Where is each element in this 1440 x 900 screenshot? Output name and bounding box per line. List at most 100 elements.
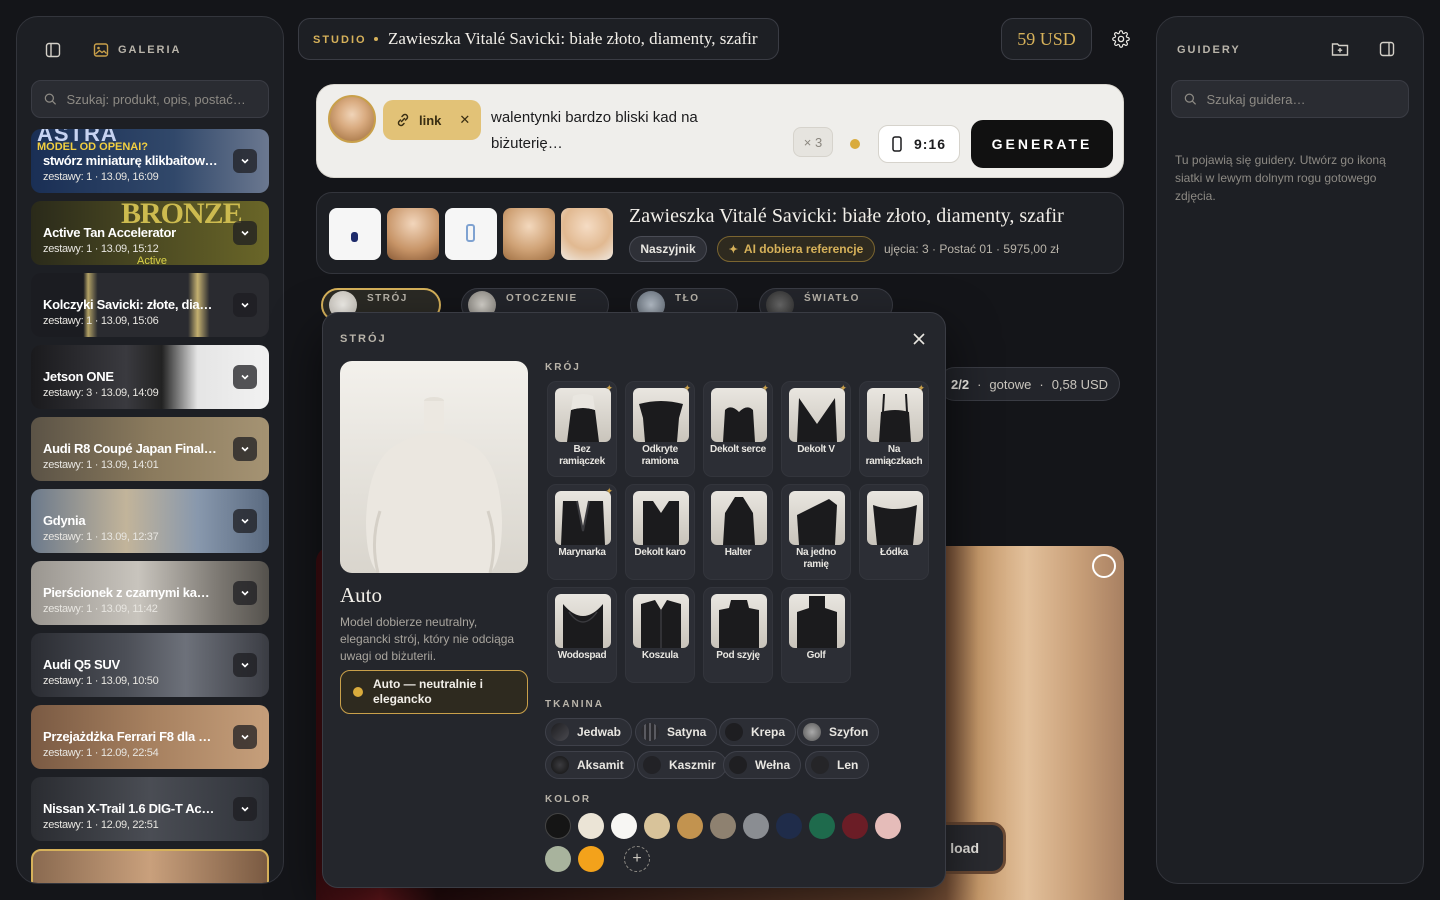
close-popup-button[interactable] bbox=[909, 329, 929, 349]
gallery-item-sub: zestawy: 3 · 13.09, 14:09 bbox=[43, 387, 159, 399]
color-swatch[interactable] bbox=[776, 813, 802, 839]
radio-dot bbox=[353, 687, 363, 697]
cut-option[interactable]: Koszula bbox=[625, 587, 695, 683]
product-thumb[interactable] bbox=[387, 208, 439, 260]
gallery-item[interactable]: Jetson ONE zestawy: 3 · 13.09, 14:09 bbox=[31, 345, 269, 409]
fabric-chip[interactable]: Krepa bbox=[719, 718, 797, 746]
chevron-down-icon[interactable] bbox=[233, 797, 257, 821]
gallery-search-input[interactable] bbox=[66, 91, 256, 107]
cut-option[interactable]: Pod szyję bbox=[703, 587, 773, 683]
guiders-search-input[interactable] bbox=[1206, 91, 1396, 107]
settings-button[interactable] bbox=[1102, 20, 1140, 58]
chevron-down-icon[interactable] bbox=[233, 509, 257, 533]
gallery-item[interactable]: Audi R8 Coupé Japan Final E… zestawy: 1 … bbox=[31, 417, 269, 481]
cut-option[interactable]: ✦ Marynarka bbox=[547, 484, 617, 580]
chevron-down-icon[interactable] bbox=[233, 149, 257, 173]
chevron-down-icon[interactable] bbox=[233, 221, 257, 245]
preview-name: Auto bbox=[340, 583, 382, 607]
color-swatch[interactable] bbox=[809, 813, 835, 839]
favorite-icon: ✦ bbox=[605, 486, 613, 496]
close-icon[interactable]: ✕ bbox=[459, 112, 470, 128]
prompt-text[interactable]: walentynki bardzo bliski kad na biżuteri… bbox=[491, 105, 751, 157]
gallery-item-title: Przejażdżka Ferrari F8 dla Dz… bbox=[43, 729, 218, 744]
gallery-item[interactable]: Kolczyki Savicki: złote, diam… zestawy: … bbox=[31, 273, 269, 337]
guiders-panel: GUIDERY Tu pojawią się guidery. Utwórz g… bbox=[1156, 16, 1424, 884]
credits-badge[interactable]: 59 USD bbox=[1001, 18, 1092, 60]
fabric-chip[interactable]: Len bbox=[805, 751, 870, 779]
gallery-item[interactable]: Gdynia zestawy: 1 · 13.09, 12:37 bbox=[31, 489, 269, 553]
cut-label: Na ramiączkach bbox=[865, 444, 923, 467]
gallery-item-selected[interactable] bbox=[31, 849, 269, 883]
gallery-item-title: Nissan X-Trail 1.6 DIG-T Ace… bbox=[43, 801, 218, 816]
color-swatch[interactable] bbox=[743, 813, 769, 839]
cut-option[interactable]: Dekolt karo bbox=[625, 484, 695, 580]
sidebar-toggle-icon[interactable] bbox=[43, 41, 63, 59]
cut-label: Dekolt karo bbox=[634, 547, 686, 558]
fabric-chip[interactable]: Jedwab bbox=[545, 718, 633, 746]
color-swatch[interactable] bbox=[710, 813, 736, 839]
chevron-down-icon[interactable] bbox=[233, 365, 257, 389]
sparkle-icon: ✦ bbox=[728, 243, 738, 256]
gallery-item[interactable]: ASTRA MODEL OD OPENAI? stwórz miniaturę … bbox=[31, 129, 269, 193]
cut-option[interactable]: ✦ Dekolt V bbox=[781, 381, 851, 477]
link-chip[interactable]: link ✕ bbox=[383, 100, 481, 140]
auto-option-button[interactable]: Auto — neutralnie i elegancko bbox=[340, 670, 528, 714]
product-thumb[interactable] bbox=[329, 208, 381, 260]
color-swatch[interactable] bbox=[578, 846, 604, 872]
fabric-chip[interactable]: Wełna bbox=[723, 751, 802, 779]
color-swatch[interactable] bbox=[875, 813, 901, 839]
phone-icon bbox=[892, 136, 902, 152]
cut-option[interactable]: ✦ Na ramiączkach bbox=[859, 381, 929, 477]
chevron-down-icon[interactable] bbox=[233, 437, 257, 461]
color-swatch[interactable] bbox=[578, 813, 604, 839]
avatar[interactable] bbox=[328, 95, 376, 143]
chevron-down-icon[interactable] bbox=[233, 725, 257, 749]
fabric-label: Kaszmir bbox=[669, 758, 716, 772]
select-circle[interactable] bbox=[1092, 554, 1116, 578]
add-color-button[interactable]: + bbox=[624, 846, 650, 872]
color-swatch[interactable] bbox=[644, 813, 670, 839]
category-tag[interactable]: Naszyjnik bbox=[629, 236, 707, 262]
color-swatch[interactable] bbox=[545, 813, 571, 839]
cut-option[interactable]: Łódka bbox=[859, 484, 929, 580]
fabric-chip[interactable]: Kaszmir bbox=[637, 751, 727, 779]
favorite-icon: ✦ bbox=[761, 383, 769, 393]
product-thumb[interactable] bbox=[445, 208, 497, 260]
cut-option[interactable]: Golf bbox=[781, 587, 851, 683]
gallery-item[interactable]: Przejażdżka Ferrari F8 dla Dz… zestawy: … bbox=[31, 705, 269, 769]
cut-option[interactable]: Halter bbox=[703, 484, 773, 580]
product-thumb[interactable] bbox=[561, 208, 613, 260]
generate-button[interactable]: GENERATE bbox=[971, 120, 1113, 168]
ai-reference-tag[interactable]: ✦ AI dobiera referencje bbox=[717, 236, 875, 262]
cut-option[interactable]: Na jedno ramię bbox=[781, 484, 851, 580]
guiders-search[interactable] bbox=[1171, 80, 1409, 118]
cut-option[interactable]: ✦ Bez ramiączek bbox=[547, 381, 617, 477]
color-swatch[interactable] bbox=[677, 813, 703, 839]
panel-toggle-button[interactable] bbox=[1379, 41, 1395, 62]
new-folder-button[interactable] bbox=[1331, 41, 1349, 62]
product-thumb[interactable] bbox=[503, 208, 555, 260]
chevron-down-icon[interactable] bbox=[233, 653, 257, 677]
cut-option[interactable]: ✦ Odkryte ramiona bbox=[625, 381, 695, 477]
color-swatch[interactable] bbox=[842, 813, 868, 839]
chevron-down-icon[interactable] bbox=[233, 293, 257, 317]
aspect-ratio-button[interactable]: 9:16 bbox=[878, 125, 960, 163]
gallery-search[interactable] bbox=[31, 80, 269, 118]
count-badge[interactable]: × 3 bbox=[793, 127, 833, 157]
thumbnail-badge: Active bbox=[137, 255, 167, 265]
gallery-item[interactable]: Pierścionek z czarnymi kami… zestawy: 1 … bbox=[31, 561, 269, 625]
favorite-icon: ✦ bbox=[605, 383, 613, 393]
studio-label: STUDIO bbox=[313, 34, 367, 46]
fabric-chip[interactable]: Satyna bbox=[635, 718, 718, 746]
cut-option[interactable]: Wodospad bbox=[547, 587, 617, 683]
cut-option[interactable]: ✦ Dekolt serce bbox=[703, 381, 773, 477]
color-swatch[interactable] bbox=[545, 846, 571, 872]
gallery-item[interactable]: Nissan X-Trail 1.6 DIG-T Ace… zestawy: 1… bbox=[31, 777, 269, 841]
fabric-chip[interactable]: Szyfon bbox=[797, 718, 880, 746]
chevron-down-icon[interactable] bbox=[233, 581, 257, 605]
color-swatch[interactable] bbox=[611, 813, 637, 839]
gallery-item[interactable]: Audi Q5 SUV zestawy: 1 · 13.09, 10:50 bbox=[31, 633, 269, 697]
gallery-item-title: Jetson ONE bbox=[43, 369, 114, 384]
fabric-chip[interactable]: Aksamit bbox=[545, 751, 635, 779]
gallery-item[interactable]: BRONZE Active Tan Accelerator zestawy: 1… bbox=[31, 201, 269, 265]
